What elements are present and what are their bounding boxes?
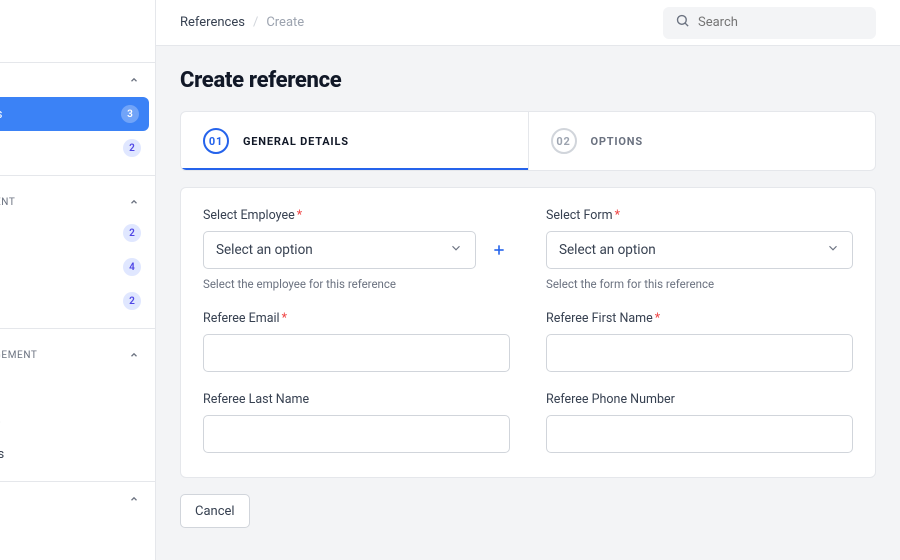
chevron-down-icon [449, 241, 463, 259]
breadcrumb-separator: / [253, 15, 258, 30]
employee-select[interactable]: Select an option [203, 231, 476, 269]
field-referee-email: Referee Email* [203, 311, 510, 372]
count-badge: 3 [121, 105, 139, 123]
divider [0, 328, 155, 329]
form-actions: Cancel [180, 494, 876, 528]
chevron-down-icon [826, 241, 840, 259]
chevron-up-icon [127, 73, 141, 87]
sidebar-item-references[interactable]: ces 3 [0, 97, 149, 131]
search-input[interactable] [698, 15, 864, 30]
sidebar-item-admin-1[interactable]: ees [0, 369, 155, 403]
sidebar-item-admin-2[interactable]: tions [0, 403, 155, 437]
field-label: Referee First Name* [546, 311, 853, 326]
select-placeholder: Select an option [216, 242, 313, 258]
required-marker: * [282, 311, 287, 326]
breadcrumb-current: Create [266, 15, 304, 30]
field-referee-phone: Referee Phone Number [546, 392, 853, 453]
field-help: Select the form for this reference [546, 277, 853, 291]
count-badge: 4 [123, 258, 141, 276]
sidebar-group-label: ANAGEMENT [0, 350, 37, 361]
tab-label: OPTIONS [591, 135, 643, 148]
field-select-employee: Select Employee* Select an option [203, 208, 510, 291]
breadcrumb-root[interactable]: References [180, 15, 245, 30]
sidebar-group-management[interactable]: GEMENT [0, 188, 155, 216]
form-select[interactable]: Select an option [546, 231, 853, 269]
sidebar-item-dashboard[interactable]: ard [0, 18, 155, 52]
tab-number: 02 [551, 128, 577, 154]
tab-general-details[interactable]: 01 GENERAL DETAILS [181, 112, 528, 170]
breadcrumb: References / Create [180, 15, 304, 30]
wizard-tabs: 01 GENERAL DETAILS 02 OPTIONS [180, 111, 876, 171]
required-marker: * [297, 208, 302, 223]
field-label: Referee Email* [203, 311, 510, 326]
sidebar-group-label: GEMENT [0, 197, 15, 208]
sidebar-group-admin[interactable]: ANAGEMENT [0, 341, 155, 369]
sidebar-item-mgmt-2[interactable]: ons 4 [0, 250, 155, 284]
tab-options[interactable]: 02 OPTIONS [528, 112, 876, 170]
search-icon [675, 13, 690, 32]
sidebar-item-admin-3[interactable]: nents [0, 437, 155, 471]
referee-last-name-input[interactable] [203, 415, 510, 453]
field-label: Select Employee* [203, 208, 510, 223]
cancel-button[interactable]: Cancel [180, 494, 250, 528]
referee-first-name-input[interactable] [546, 334, 853, 372]
count-badge: 2 [123, 292, 141, 310]
topbar: References / Create [156, 0, 900, 46]
chevron-up-icon [127, 195, 141, 209]
main: References / Create Create reference 01 … [156, 0, 900, 560]
sidebar-item-mgmt-1[interactable]: 2 [0, 216, 155, 250]
add-employee-button[interactable] [488, 239, 510, 261]
field-label: Referee Phone Number [546, 392, 853, 407]
field-label: Select Form* [546, 208, 853, 223]
count-badge: 2 [123, 139, 141, 157]
sidebar-item-label: nents [0, 447, 4, 462]
content: Create reference 01 GENERAL DETAILS 02 O… [156, 46, 900, 550]
chevron-up-icon [127, 348, 141, 362]
tab-number: 01 [203, 128, 229, 154]
required-marker: * [615, 208, 620, 223]
field-help: Select the employee for this reference [203, 277, 510, 291]
divider [0, 175, 155, 176]
field-referee-first-name: Referee First Name* [546, 311, 853, 372]
count-badge: 2 [123, 224, 141, 242]
sidebar: ard s ces 3 2 GEMENT 2 ons [0, 0, 156, 560]
field-label: Referee Last Name [203, 392, 510, 407]
field-select-form: Select Form* Select an option Select the… [546, 208, 853, 291]
select-placeholder: Select an option [559, 242, 656, 258]
sidebar-item-generic-2[interactable]: 2 [0, 131, 155, 165]
chevron-up-icon [127, 492, 141, 506]
search-box[interactable] [663, 7, 876, 39]
field-referee-last-name: Referee Last Name [203, 392, 510, 453]
sidebar-item-label: tions [0, 413, 1, 428]
tab-label: GENERAL DETAILS [243, 135, 349, 148]
referee-phone-input[interactable] [546, 415, 853, 453]
sidebar-item-generic-1[interactable]: s [0, 63, 155, 97]
page-title: Create reference [180, 68, 876, 93]
form-panel: Select Employee* Select an option [180, 187, 876, 478]
sidebar-item-label: ces [0, 107, 2, 122]
required-marker: * [655, 311, 660, 326]
sidebar-item-mgmt-3[interactable]: ies 2 [0, 284, 155, 318]
sidebar-item-collapsed[interactable] [0, 482, 155, 516]
referee-email-input[interactable] [203, 334, 510, 372]
